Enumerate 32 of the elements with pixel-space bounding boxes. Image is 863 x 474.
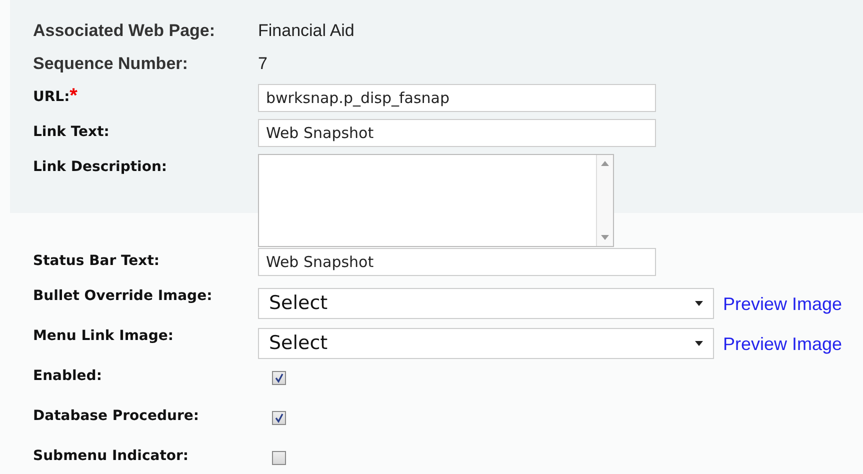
scroll-up-icon[interactable]	[601, 161, 609, 166]
field-label: Enabled:	[33, 367, 102, 386]
preview-image-link[interactable]: Preview Image	[723, 328, 842, 358]
preview-image-link[interactable]: Preview Image	[723, 288, 842, 318]
select-field[interactable]: Select	[258, 288, 714, 318]
check-icon	[274, 413, 284, 423]
scroll-down-icon[interactable]	[601, 235, 609, 240]
select-field[interactable]: Select	[258, 328, 714, 358]
check-icon	[274, 373, 284, 383]
field-label: Status Bar Text:	[33, 252, 160, 271]
info-value: 7	[258, 52, 268, 75]
text-field[interactable]: bwrksnap.p_disp_fasnap	[258, 84, 656, 112]
required-icon: *	[70, 87, 78, 105]
textarea-field[interactable]	[258, 154, 614, 247]
checkbox[interactable]	[272, 371, 286, 385]
field-label: Menu Link Image:	[33, 327, 174, 346]
checkbox[interactable]	[272, 411, 286, 425]
field-label: Submenu Indicator:	[33, 447, 189, 466]
text-field[interactable]: Web Snapshot	[258, 119, 656, 147]
text-field[interactable]: Web Snapshot	[258, 248, 656, 276]
info-value: Financial Aid	[258, 20, 356, 42]
field-label: URL:	[33, 89, 70, 107]
checkbox[interactable]	[272, 451, 286, 465]
field-label: Database Procedure:	[33, 407, 199, 426]
info-label: Sequence Number:	[33, 52, 189, 75]
caret-icon	[695, 340, 703, 346]
field-label: Bullet Override Image:	[33, 287, 212, 306]
field-label: Link Description:	[33, 158, 168, 177]
field-label: Link Text:	[33, 123, 110, 142]
info-label: Associated Web Page:	[33, 20, 216, 42]
caret-icon	[695, 300, 703, 306]
scrollbar[interactable]	[596, 155, 613, 246]
